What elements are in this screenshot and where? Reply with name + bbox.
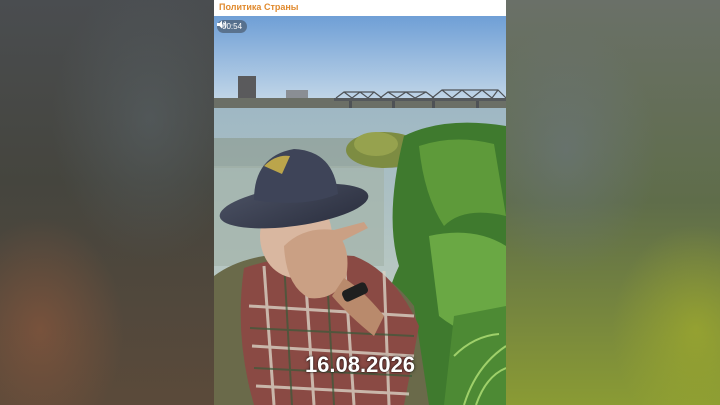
blurred-background-right xyxy=(506,0,720,405)
channel-post: Политика Страны 00:54 16.08.2026 xyxy=(214,0,506,405)
post-header: Политика Страны xyxy=(214,0,506,16)
blurred-background-left xyxy=(0,0,214,405)
video-frame xyxy=(214,16,506,405)
channel-name-link[interactable]: Политика Страны xyxy=(219,1,298,14)
speaker-icon[interactable] xyxy=(217,20,227,29)
video-date-caption: 16.08.2026 xyxy=(304,352,416,377)
video-duration-badge: 00:54 xyxy=(217,20,248,33)
video-player[interactable]: 00:54 16.08.2026 xyxy=(214,16,506,405)
